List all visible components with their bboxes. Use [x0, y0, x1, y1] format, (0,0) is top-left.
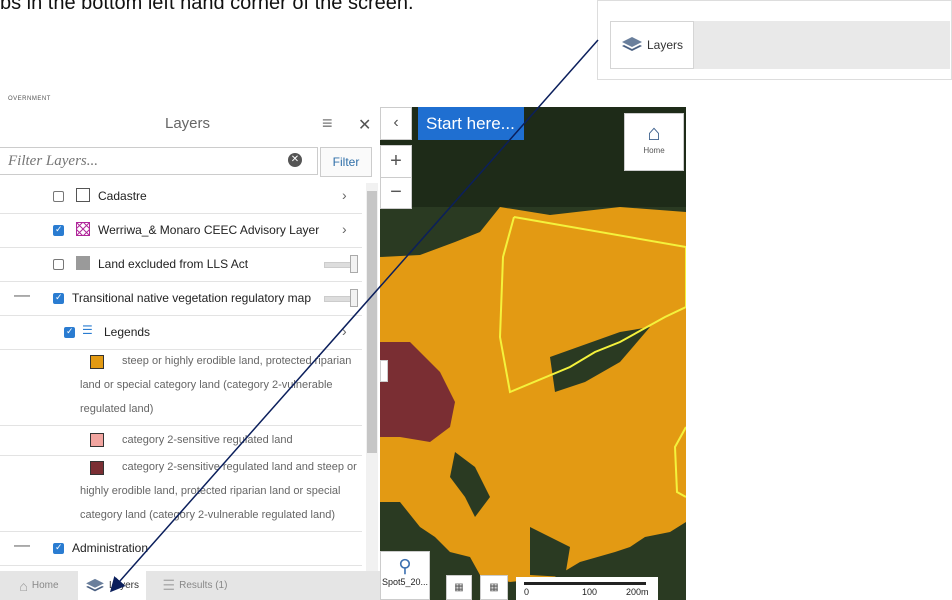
annotation-arrows	[110, 39, 599, 593]
